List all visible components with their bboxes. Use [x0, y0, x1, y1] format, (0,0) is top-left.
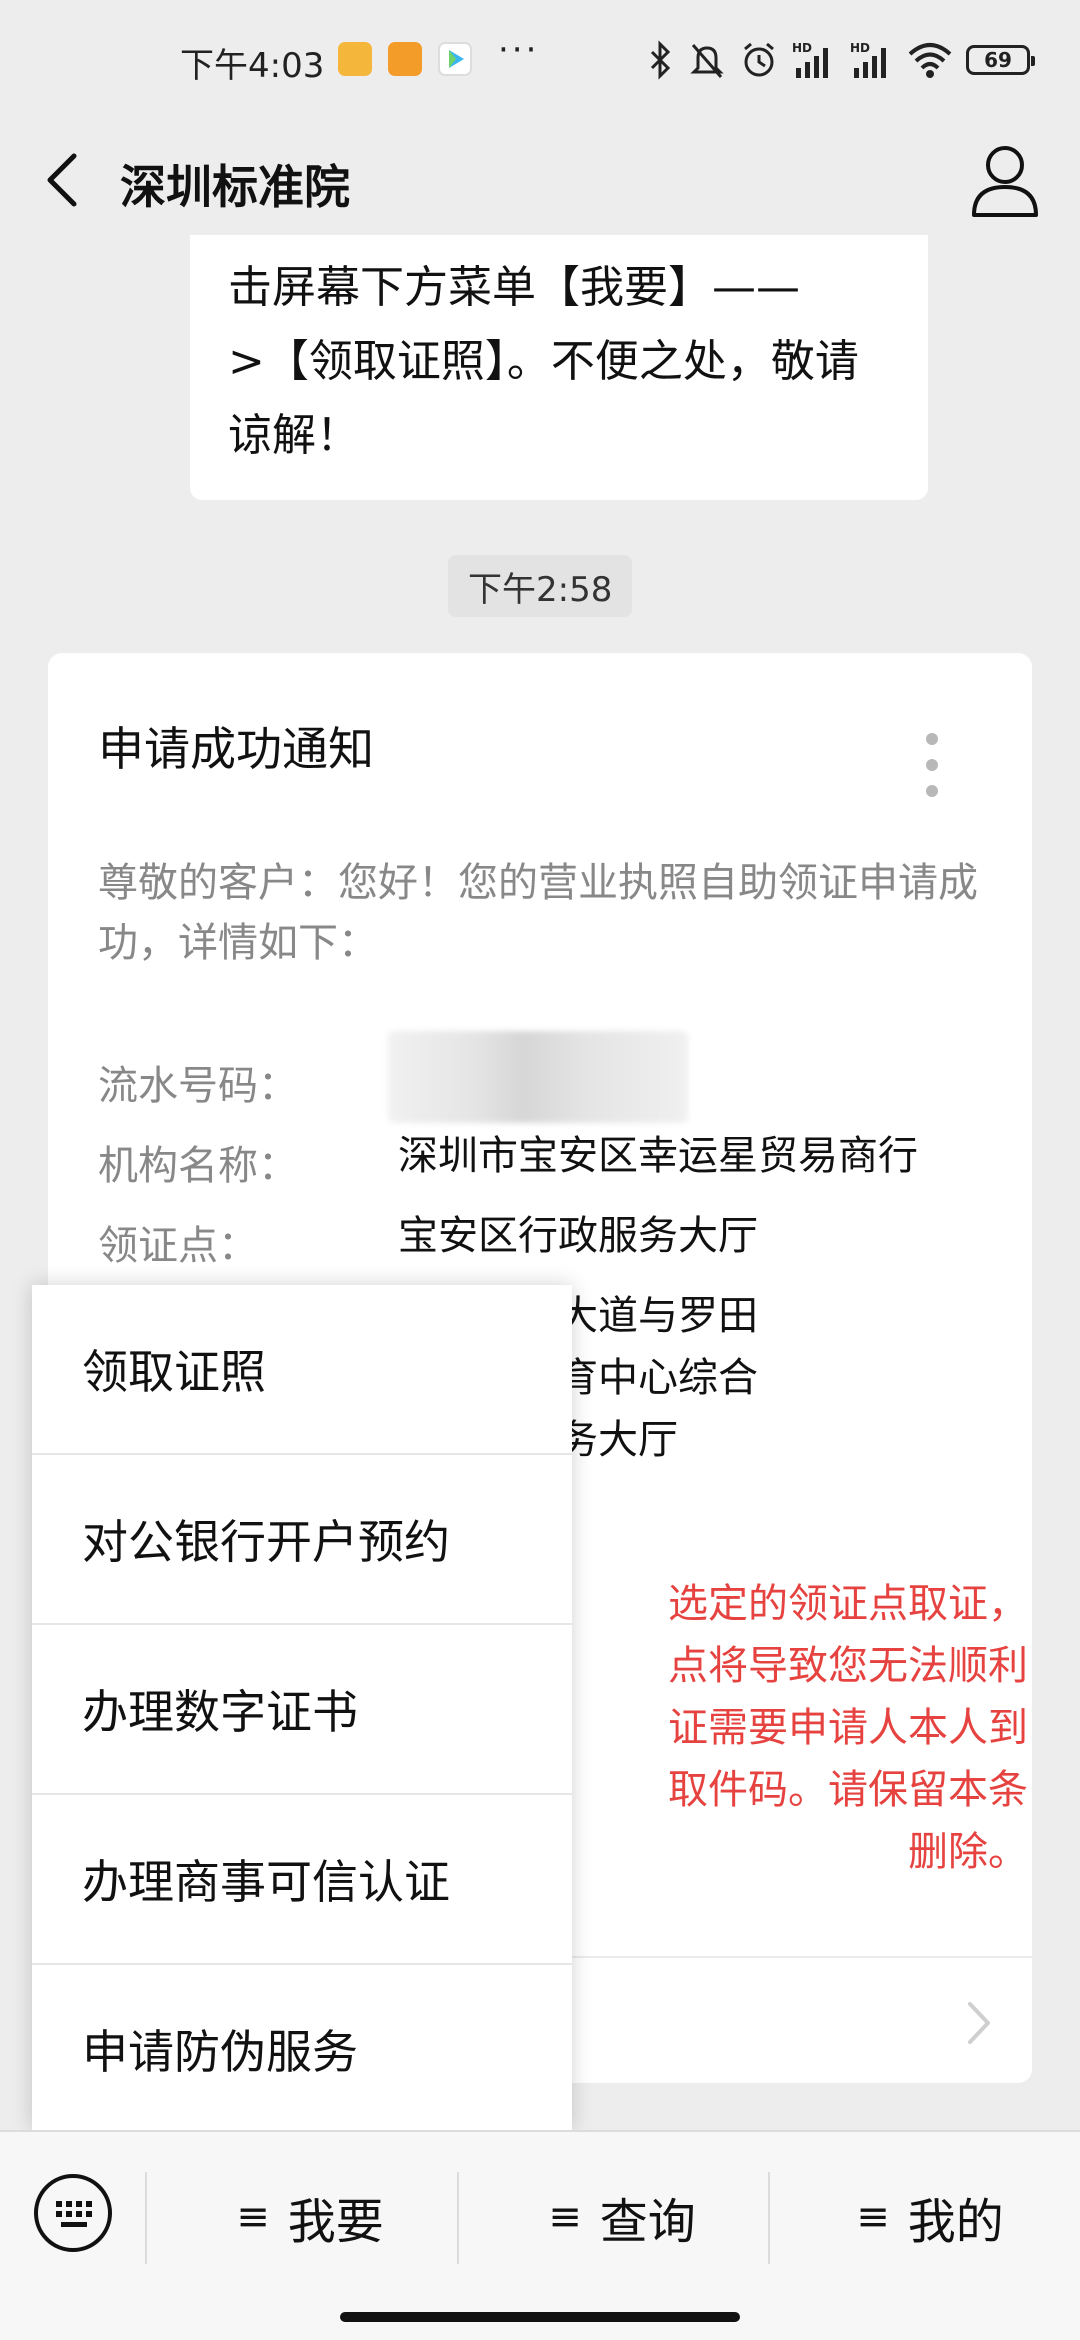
person-icon — [972, 146, 1038, 217]
home-indicator[interactable] — [340, 2312, 740, 2322]
field-label: 流水号码： — [98, 1063, 298, 1109]
tab-i-want[interactable]: ≡ 我要 — [160, 2177, 460, 2257]
wifi-icon — [908, 43, 952, 78]
video-app-icon — [438, 42, 472, 76]
radio-app-icon — [388, 42, 422, 76]
menu-item-trusted-auth[interactable]: 办理商事可信认证 — [32, 1795, 572, 1963]
field-value: 宝安区行政服务大厅 — [398, 1213, 758, 1259]
chevron-left-icon — [47, 153, 77, 207]
menu-separator — [145, 2172, 147, 2264]
menu-separator — [768, 2172, 770, 2264]
message-timestamp: 下午2:58 — [448, 555, 633, 617]
page-title: 深圳标准院 — [120, 160, 350, 214]
profile-button[interactable] — [960, 135, 1050, 225]
tab-label: 我要 — [287, 2194, 384, 2250]
notes-app-icon — [338, 42, 372, 76]
bluetooth-icon — [650, 40, 671, 80]
svg-text:HD: HD — [850, 41, 870, 55]
tab-query[interactable]: ≡ 查询 — [472, 2177, 772, 2257]
chevron-right-icon[interactable] — [964, 1998, 994, 2048]
field-label: 领证点： — [98, 1223, 258, 1269]
bottom-menu-bar: ≡ 我要 ≡ 查询 ≡ 我的 — [0, 2130, 1080, 2340]
menu-item-get-license[interactable]: 领取证照 — [32, 1285, 572, 1453]
menu-lines-icon: ≡ — [548, 2194, 582, 2240]
menu-lines-icon: ≡ — [236, 2194, 270, 2240]
previous-message-text: 寻在线服务。【领取证照】请点 击屏幕下方菜单【我要】—— >【领取证照】。不便之… — [228, 235, 859, 461]
card-intro: 尊敬的客户：您好！您的营业执照自助领证申请成功，详情如下： — [98, 860, 978, 966]
hd-signal-icon: HD — [792, 41, 828, 78]
tab-label: 我的 — [907, 2194, 1004, 2250]
vertical-dots-icon[interactable] — [922, 733, 942, 797]
tab-mine[interactable]: ≡ 我的 — [780, 2177, 1080, 2257]
title-bar: 深圳标准院 — [0, 125, 1080, 235]
keyboard-icon — [34, 2174, 112, 2252]
battery-indicator: 69 — [966, 45, 1035, 75]
menu-item-digital-cert[interactable]: 办理数字证书 — [32, 1625, 572, 1793]
mute-icon — [690, 44, 724, 78]
previous-message-bubble: 寻在线服务。【领取证照】请点 击屏幕下方菜单【我要】—— >【领取证照】。不便之… — [190, 235, 928, 500]
tab-label: 查询 — [599, 2194, 696, 2250]
alarm-icon — [744, 42, 774, 77]
menu-lines-icon: ≡ — [856, 2194, 890, 2240]
menu-separator — [457, 2172, 459, 2264]
svg-text:HD: HD — [792, 41, 812, 55]
status-time: 下午4:03 — [180, 46, 325, 86]
keyboard-toggle-button[interactable] — [32, 2172, 114, 2254]
field-value: 深圳市宝安区幸运星贸易商行 — [398, 1133, 918, 1179]
menu-item-anti-counterfeit[interactable]: 申请防伪服务 — [32, 1965, 572, 2133]
menu-item-bank-account[interactable]: 对公银行开户预约 — [32, 1455, 572, 1623]
status-bar: 下午4:03 ··· HD HD 69 — [0, 0, 1080, 125]
field-label: 机构名称： — [98, 1143, 298, 1189]
popup-menu: 领取证照 对公银行开户预约 办理数字证书 办理商事可信认证 申请防伪服务 — [32, 1285, 572, 2130]
hd-signal-icon: HD — [850, 41, 886, 78]
back-button[interactable] — [38, 140, 108, 220]
more-notifications-icon: ··· — [498, 30, 540, 70]
wechat-official-account-chat: 下午4:03 ··· HD HD 69 深圳标准院 寻在线服务。【领取证照】请点… — [0, 0, 1080, 2340]
card-title: 申请成功通知 — [98, 722, 374, 776]
status-indicators: HD HD 69 — [646, 38, 1035, 82]
serial-number-value-blurred — [388, 1031, 688, 1123]
